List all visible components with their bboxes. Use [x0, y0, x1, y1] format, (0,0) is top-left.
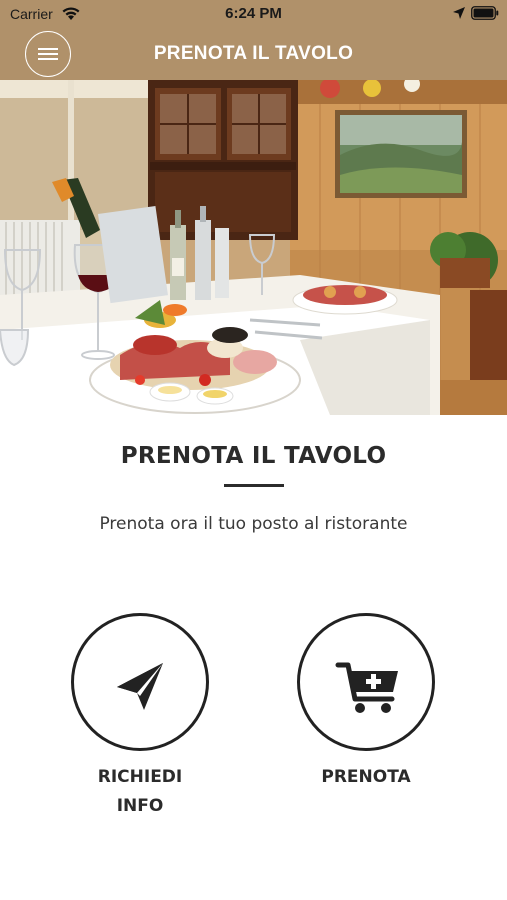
top-bar: Carrier 6:24 PM PRENOTA IL TAVOLO: [0, 0, 507, 80]
battery-icon: [471, 6, 499, 20]
page-subtitle: Prenota ora il tuo posto al ristorante: [99, 514, 408, 534]
hero-image: [0, 80, 507, 415]
navigation-bar: PRENOTA IL TAVOLO: [0, 28, 507, 80]
location-arrow-icon: [453, 7, 465, 19]
restaurant-photo: [0, 80, 507, 415]
cart-plus-icon: [335, 662, 398, 713]
status-bar: Carrier 6:24 PM: [0, 0, 507, 28]
request-info-button[interactable]: RICHIEDI INFO: [70, 613, 210, 821]
book-circle[interactable]: [297, 613, 435, 751]
clock: 6:24 PM: [225, 5, 282, 22]
book-label: PRENOTA: [321, 767, 411, 787]
nav-title: PRENOTA IL TAVOLO: [153, 43, 354, 64]
page-title: PRENOTA IL TAVOLO: [120, 443, 387, 469]
book-button[interactable]: PRENOTA: [296, 613, 436, 792]
request-info-circle[interactable]: [71, 613, 209, 751]
title-underline: [224, 484, 284, 487]
paper-plane-icon: [117, 663, 163, 710]
request-info-label: RICHIEDI INFO: [97, 767, 183, 816]
